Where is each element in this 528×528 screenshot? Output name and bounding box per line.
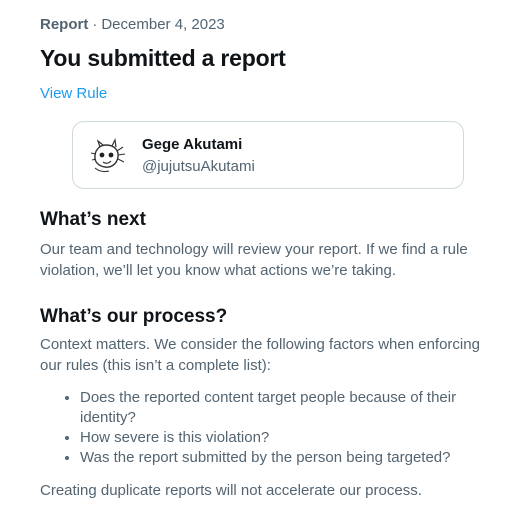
- whats-next-body: Our team and technology will review your…: [40, 241, 468, 279]
- report-date: December 4, 2023: [101, 16, 225, 33]
- report-details: What’s next Our team and technology will…: [40, 207, 490, 501]
- list-item: Was the report submitted by the person b…: [80, 448, 490, 468]
- whats-next-section: What’s next Our team and technology will…: [40, 207, 490, 281]
- process-intro: Context matters. We consider the followi…: [40, 336, 480, 374]
- account-handle: @jujutsuAkutami: [142, 158, 255, 175]
- list-item: Does the reported content target people …: [80, 388, 490, 428]
- process-section: What’s our process? Context matters. We …: [40, 304, 490, 501]
- meta-separator: ·: [92, 16, 98, 33]
- process-heading: What’s our process?: [40, 306, 228, 327]
- report-header: Report · December 4, 2023 You submitted a …: [40, 14, 490, 104]
- page-title: You submitted a report: [40, 45, 286, 71]
- account-display-name: Gege Akutami: [142, 136, 243, 153]
- report-kind: Report: [40, 16, 89, 33]
- list-item: How severe is this violation?: [80, 428, 490, 448]
- reported-account-card[interactable]: Gege Akutami @jujutsuAkutami: [72, 121, 464, 189]
- process-factors-list: Does the reported content target people …: [40, 388, 490, 468]
- duplicate-report-note: Creating duplicate reports will not acce…: [40, 482, 422, 499]
- view-rule-link[interactable]: View Rule: [40, 84, 107, 104]
- sketch-avatar-icon: [87, 135, 129, 177]
- report-meta: Report · December 4, 2023: [40, 14, 490, 36]
- whats-next-heading: What’s next: [40, 209, 146, 230]
